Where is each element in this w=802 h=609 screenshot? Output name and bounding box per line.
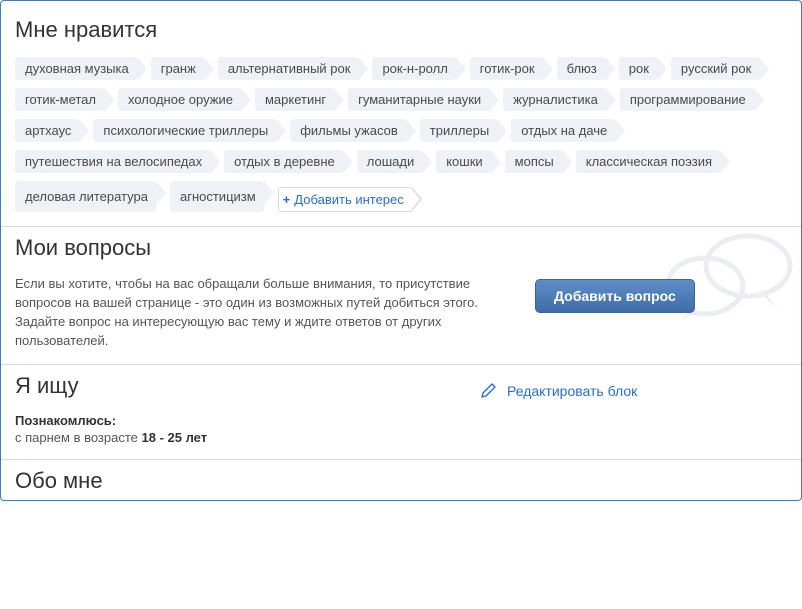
interest-tag[interactable]: лошади [357, 150, 422, 173]
interest-tag[interactable]: артхаус [15, 119, 79, 142]
seeking-section: Я ищу Редактировать блок Познакомлюсь: с… [1, 365, 801, 460]
interest-tag[interactable]: отдых на даче [511, 119, 615, 142]
interest-tag[interactable]: деловая литература [15, 181, 156, 212]
interest-tag[interactable]: блюз [557, 57, 605, 80]
interest-tag[interactable]: гранж [151, 57, 204, 80]
interest-tag[interactable]: кошки [436, 150, 490, 173]
seeking-value: с парнем в возрасте 18 - 25 лет [15, 430, 787, 445]
questions-section: Мои вопросы Если вы хотите, чтобы на вас… [1, 227, 801, 365]
interest-tag[interactable]: классическая поэзия [576, 150, 720, 173]
interest-tag[interactable]: рок-н-ролл [372, 57, 455, 80]
interest-tag[interactable]: мопсы [505, 150, 562, 173]
interest-tag[interactable]: готик-метал [15, 88, 104, 111]
about-section: Обо мне [1, 460, 801, 500]
interest-tag[interactable]: агностицизм [170, 181, 264, 212]
pencil-icon [481, 383, 497, 399]
interest-tag[interactable]: гуманитарные науки [348, 88, 489, 111]
add-interest-button[interactable]: +Добавить интерес [278, 187, 413, 212]
interests-title: Мне нравится [15, 17, 787, 43]
interest-tag[interactable]: альтернативный рок [218, 57, 359, 80]
interest-tag[interactable]: русский рок [671, 57, 759, 80]
interests-section: Мне нравится духовная музыка гранж альтерн… [1, 9, 801, 227]
seeking-label: Познакомлюсь: [15, 413, 787, 428]
interest-tag[interactable]: отдых в деревне [224, 150, 343, 173]
add-question-button[interactable]: Добавить вопрос [535, 279, 695, 313]
edit-block-label: Редактировать блок [507, 383, 637, 399]
interest-tag[interactable]: путешествия на велосипедах [15, 150, 210, 173]
interest-tag[interactable]: маркетинг [255, 88, 334, 111]
interest-tag[interactable]: фильмы ужасов [290, 119, 406, 142]
seeking-title: Я ищу [15, 373, 79, 399]
about-title: Обо мне [15, 468, 787, 494]
interest-tag[interactable]: духовная музыка [15, 57, 137, 80]
interest-tag[interactable]: триллеры [420, 119, 497, 142]
interest-tag[interactable]: программирование [620, 88, 754, 111]
edit-block-link[interactable]: Редактировать блок [481, 383, 637, 399]
interest-tag[interactable]: психологические триллеры [93, 119, 276, 142]
plus-icon: + [283, 192, 291, 207]
interests-tags: духовная музыка гранж альтернативный рок ро… [15, 57, 787, 212]
interest-tag[interactable]: готик-рок [470, 57, 543, 80]
interest-tag[interactable]: холодное оружие [118, 88, 241, 111]
interest-tag[interactable]: журналистика [503, 88, 606, 111]
questions-description: Если вы хотите, чтобы на вас обращали бо… [15, 275, 515, 350]
interest-tag[interactable]: рок [619, 57, 657, 80]
